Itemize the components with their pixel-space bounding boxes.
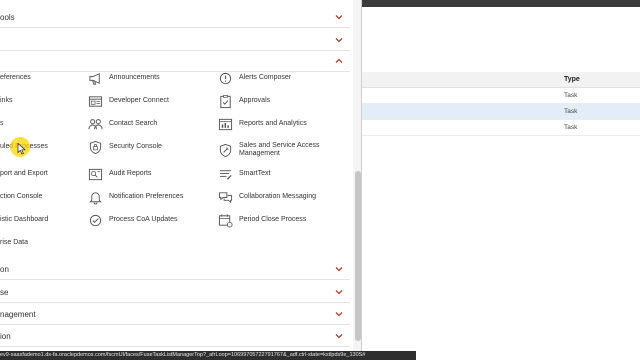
section-collapsed[interactable] (0, 29, 350, 51)
nav-item[interactable]: eferences (0, 68, 31, 88)
audit-reports-icon (88, 168, 103, 180)
nav-item-label: inks (0, 97, 13, 104)
status-bar-url: ev9-saasfademo1.ds-fa.oraclepdemos.com/f… (0, 351, 416, 360)
process-gear-icon (89, 214, 102, 226)
nav-item[interactable]: ction Console (0, 187, 42, 207)
row-type: Task (564, 108, 578, 115)
nav-item-collaboration-messaging[interactable]: Collaboration Messaging (218, 187, 316, 207)
developer-connect-icon (88, 95, 103, 107)
nav-item-period-close-process[interactable]: Period Close Process (218, 210, 306, 230)
section-expanded[interactable] (0, 50, 350, 72)
nav-item-alerts-composer[interactable]: Alerts Composer (218, 68, 291, 88)
nav-item-audit-reports[interactable]: Audit Reports (88, 164, 151, 184)
nav-item-contact-search[interactable]: Contact Search (88, 114, 157, 134)
smarttext-icon (219, 169, 232, 180)
nav-item[interactable]: port and Export (0, 164, 48, 184)
nav-item-approvals[interactable]: Approvals (218, 91, 270, 111)
section-label: ion (0, 332, 11, 341)
section-label: nagement (0, 310, 36, 319)
chat-bubbles-icon (218, 191, 233, 203)
megaphone-icon (89, 72, 100, 85)
table-row-selected[interactable]: Task (362, 104, 640, 120)
chevron-up-icon[interactable] (334, 56, 344, 66)
nav-item-label: Process CoA Updates (109, 216, 178, 223)
reports-analytics-icon (218, 118, 233, 130)
section-management[interactable]: nagement (0, 303, 350, 325)
nav-item-sales-service-access[interactable]: Sales and Service Access Management (218, 137, 331, 163)
table-header: Type (362, 72, 640, 88)
nav-item-label: Approvals (239, 97, 271, 104)
hand-cursor-icon (17, 143, 26, 155)
nav-item-label: port and Export (0, 170, 48, 177)
task-table: Type Task Task Task (362, 72, 640, 136)
calendar-icon (218, 213, 233, 227)
contact-search-icon (88, 118, 103, 129)
nav-item[interactable]: inks (0, 91, 12, 111)
nav-item-smarttext[interactable]: SmartText (218, 164, 271, 184)
nav-item-label: SmartText (239, 170, 271, 177)
chevron-down-icon[interactable] (334, 309, 344, 319)
nav-item-label: Alerts Composer (239, 74, 292, 81)
nav-item-notification-preferences[interactable]: Notification Preferences (88, 187, 183, 207)
nav-item-label: Collaboration Messaging (239, 193, 317, 200)
background-top-bar (362, 0, 640, 7)
chevron-down-icon[interactable] (334, 287, 344, 297)
alerts-composer-icon (219, 72, 232, 84)
access-key-icon (219, 143, 232, 157)
table-row[interactable]: Task (362, 120, 640, 136)
nav-item-label: istic Dashboard (0, 216, 49, 223)
nav-item-process-coa-updates[interactable]: Process CoA Updates (88, 210, 177, 230)
nav-item-label: Security Console (109, 143, 162, 150)
nav-item-label: Announcements (109, 74, 160, 81)
bell-icon (89, 191, 102, 204)
chevron-down-icon[interactable] (334, 264, 344, 274)
row-type: Task (564, 124, 578, 131)
nav-item-label: rise Data (0, 239, 29, 246)
chevron-down-icon[interactable] (334, 331, 344, 341)
nav-item-label: Sales and Service Access Management (239, 142, 320, 157)
shield-icon (89, 140, 102, 154)
nav-item-reports-and-analytics[interactable]: Reports and Analytics (218, 114, 307, 134)
chevron-down-icon[interactable] (334, 12, 344, 22)
nav-item-label: Developer Connect (109, 97, 169, 104)
table-row[interactable]: Task (362, 88, 640, 104)
nav-item-label: Period Close Process (239, 216, 307, 223)
nav-item[interactable]: s (0, 114, 4, 134)
nav-item-announcements[interactable]: Announcements (88, 68, 160, 88)
section-label: se (0, 288, 9, 297)
section-label: on (0, 265, 9, 274)
nav-item[interactable]: istic Dashboard (0, 210, 48, 230)
nav-item-label: Reports and Analytics (239, 120, 307, 127)
nav-item-label: Notification Preferences (109, 193, 184, 200)
chevron-down-icon[interactable] (334, 35, 344, 45)
clipboard-check-icon (220, 94, 231, 108)
nav-item-label: s (0, 120, 4, 127)
nav-item[interactable]: rise Data (0, 233, 28, 253)
nav-item-label: Audit Reports (109, 170, 152, 177)
section-tools[interactable]: ools (0, 6, 350, 28)
type-column-header[interactable]: Type (564, 76, 580, 83)
nav-item-security-console[interactable]: Security Console (88, 137, 162, 157)
nav-item-developer-connect[interactable]: Developer Connect (88, 91, 169, 111)
navigator-panel: ools eferences inks s uled Processes por… (0, 0, 362, 360)
row-type: Task (564, 92, 578, 99)
nav-item-label: ction Console (0, 193, 43, 200)
scrollbar-thumb[interactable] (355, 171, 361, 341)
nav-item-label: Contact Search (109, 120, 158, 127)
section-collapsed[interactable]: se (0, 281, 350, 303)
section-label: ools (0, 13, 15, 22)
nav-item-label: eferences (0, 74, 31, 81)
section-collapsed[interactable]: on (0, 258, 350, 280)
section-collapsed[interactable]: ion (0, 325, 350, 347)
